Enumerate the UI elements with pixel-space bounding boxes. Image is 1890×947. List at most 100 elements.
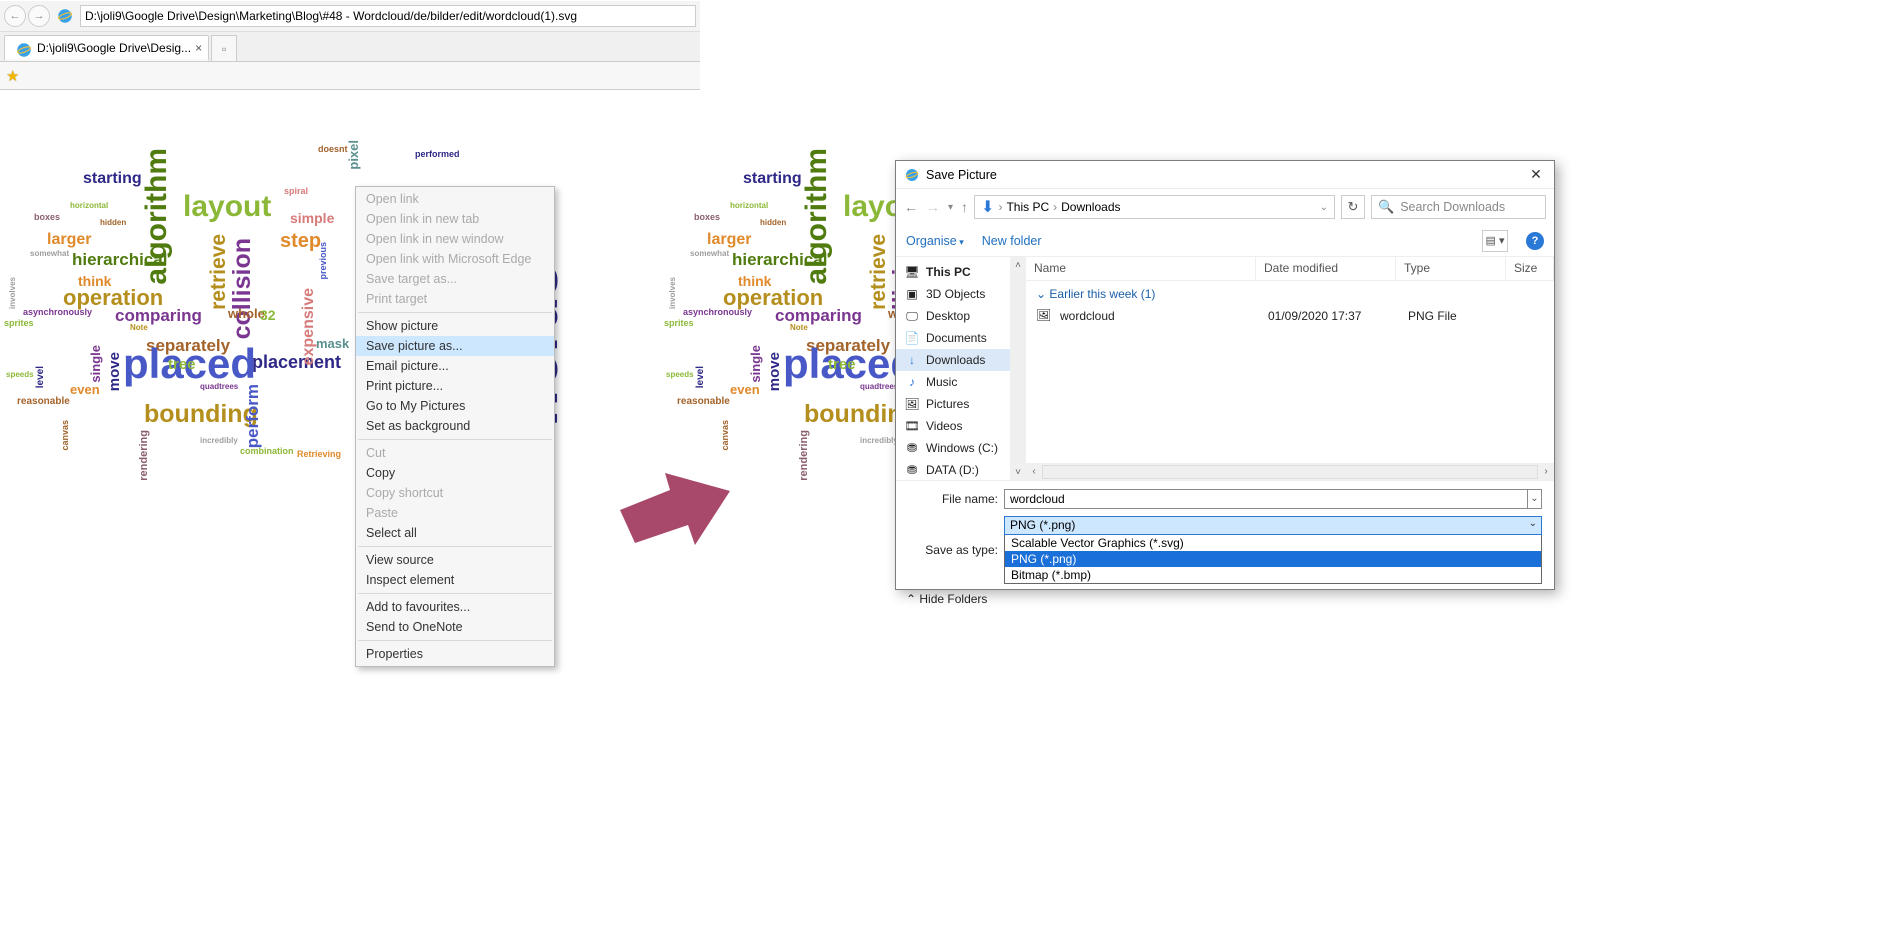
sidebar-item[interactable]: ↓Downloads	[896, 349, 1026, 371]
column-headers: Name Date modified Type Size	[1026, 257, 1554, 281]
wordcloud-word: collision	[228, 238, 257, 339]
dialog-close-button[interactable]: ✕	[1526, 165, 1546, 185]
context-menu-item: Paste	[356, 503, 554, 523]
ie-logo-icon	[15, 41, 29, 55]
context-menu-item[interactable]: Copy	[356, 463, 554, 483]
file-group-header[interactable]: Earlier this week (1)	[1026, 283, 1554, 305]
scroll-left-icon[interactable]: ‹	[1026, 464, 1042, 480]
tab-title: D:\joli9\Google Drive\Desig...	[37, 41, 191, 55]
wordcloud-word: move	[106, 352, 123, 391]
wordcloud-word: level	[695, 366, 706, 388]
context-menu-item[interactable]: Select all	[356, 523, 554, 543]
file-name-dropdown[interactable]: ⌄	[1528, 489, 1542, 509]
wordcloud-word: bounding	[144, 400, 258, 429]
column-size[interactable]: Size	[1506, 257, 1554, 280]
column-type[interactable]: Type	[1396, 257, 1506, 280]
wordcloud-word: even	[730, 382, 760, 397]
back-button[interactable]: ←	[4, 5, 26, 27]
wordcloud-word: canvas	[60, 420, 70, 451]
search-input[interactable]: 🔍 Search Downloads	[1371, 195, 1546, 219]
downloads-icon: ⬇	[981, 197, 994, 217]
sidebar-scrollbar[interactable]: ˄ ˅	[1010, 257, 1026, 480]
context-menu-item[interactable]: Go to My Pictures	[356, 396, 554, 416]
wordcloud-word: doesnt	[978, 144, 1008, 154]
context-menu-item[interactable]: Email picture...	[356, 356, 554, 376]
scroll-down-icon[interactable]: ˅	[1010, 464, 1026, 480]
type-option[interactable]: Scalable Vector Graphics (*.svg)	[1005, 535, 1541, 551]
sidebar-item[interactable]: ⛃Windows (C:)	[896, 437, 1026, 459]
forward-button[interactable]: →	[28, 5, 50, 27]
sidebar-item-label: Music	[926, 375, 957, 389]
help-button[interactable]: ?	[1526, 232, 1544, 250]
sidebar-item[interactable]: 📄Documents	[896, 327, 1026, 349]
wordcloud-word: expensive	[300, 288, 318, 365]
context-menu-item[interactable]: Save picture as...	[356, 336, 554, 356]
context-menu-item[interactable]: Add to favourites...	[356, 597, 554, 617]
sidebar-item[interactable]: ♪Music	[896, 371, 1026, 393]
sidebar-item[interactable]: 🖼Pictures	[896, 393, 1026, 415]
context-menu-item[interactable]: Show picture	[356, 316, 554, 336]
context-menu-item: Save target as...	[356, 269, 554, 289]
horizontal-scrollbar[interactable]: ‹ ›	[1026, 463, 1554, 480]
wordcloud-word: incredibly	[860, 436, 898, 445]
folder-icon: ⛃	[904, 462, 920, 478]
sidebar-item[interactable]: ⛃ DATA (D:)	[896, 459, 1026, 481]
nav-toolbar: ← → D:\joli9\Google Drive\Design\Marketi…	[0, 0, 700, 32]
type-option[interactable]: Bitmap (*.bmp)	[1005, 567, 1541, 583]
wordcloud-word: larger	[707, 231, 751, 249]
sidebar-item[interactable]: ▣3D Objects	[896, 283, 1026, 305]
wordcloud-word: simple	[290, 210, 334, 226]
ie-logo-icon	[56, 7, 74, 25]
up-button[interactable]: ↑	[961, 199, 968, 215]
organise-button[interactable]: Organise	[906, 234, 964, 248]
column-date[interactable]: Date modified	[1256, 257, 1396, 280]
folder-icon: 🖵	[904, 308, 920, 324]
address-bar[interactable]: D:\joli9\Google Drive\Design\Marketing\B…	[80, 5, 696, 27]
new-folder-button[interactable]: New folder	[982, 234, 1042, 248]
context-menu-item: Cut	[356, 443, 554, 463]
sidebar-item[interactable]: 🖥This PC	[896, 261, 1026, 283]
folder-icon: 🖼	[904, 396, 920, 412]
sidebar-item[interactable]: 🖵Desktop	[896, 305, 1026, 327]
scroll-right-icon[interactable]: ›	[1538, 464, 1554, 480]
wordcloud-word: Retrieving	[297, 449, 341, 459]
file-list: Earlier this week (1) 🖼wordcloud01/09/20…	[1026, 281, 1554, 329]
save-type-select[interactable]: PNG (*.png) ⌄	[1004, 516, 1542, 535]
back-button[interactable]: ←	[904, 199, 918, 215]
browser-tab[interactable]: D:\joli9\Google Drive\Desig... ×	[4, 35, 209, 61]
wordcloud-word: mask	[316, 336, 349, 351]
recent-dropdown[interactable]: ▾	[948, 202, 953, 213]
refresh-button[interactable]: ↻	[1341, 195, 1365, 219]
wordcloud-word: hidden	[100, 218, 126, 227]
favourites-star-icon[interactable]: ★	[6, 67, 19, 85]
file-name-input[interactable]	[1004, 489, 1528, 509]
context-menu-item[interactable]: Set as background	[356, 416, 554, 436]
file-row[interactable]: 🖼wordcloud01/09/2020 17:37PNG File	[1026, 305, 1554, 327]
chevron-down-icon[interactable]: ⌄	[1320, 202, 1328, 213]
breadcrumb-segment[interactable]: This PC	[1006, 200, 1049, 214]
scroll-up-icon[interactable]: ˄	[1010, 257, 1026, 273]
context-menu-item: Open link in new window	[356, 229, 554, 249]
wordcloud-word: pixel	[346, 140, 361, 170]
hide-folders-toggle[interactable]: Hide Folders	[906, 592, 987, 606]
context-menu-item[interactable]: Print picture...	[356, 376, 554, 396]
separator	[358, 312, 552, 313]
file-type: PNG File	[1408, 309, 1518, 323]
breadcrumb-segment[interactable]: Downloads	[1061, 200, 1120, 214]
column-name[interactable]: Name	[1026, 257, 1256, 280]
search-icon: 🔍	[1378, 199, 1394, 215]
sidebar-item[interactable]: 🎞Videos	[896, 415, 1026, 437]
context-menu-item[interactable]: Send to OneNote	[356, 617, 554, 637]
new-tab-button[interactable]: ▫	[211, 35, 237, 61]
sidebar-item-label: DATA (D:)	[926, 463, 979, 477]
context-menu-item[interactable]: Inspect element	[356, 570, 554, 590]
breadcrumb-path[interactable]: ⬇ › This PC › Downloads ⌄	[974, 195, 1335, 219]
type-option[interactable]: PNG (*.png)	[1005, 551, 1541, 567]
tab-close-icon[interactable]: ×	[195, 41, 202, 55]
wordcloud-word: quadtrees	[200, 382, 238, 391]
view-button[interactable]: ▤ ▾	[1482, 230, 1508, 252]
context-menu-item[interactable]: View source	[356, 550, 554, 570]
wordcloud-word: performed	[415, 149, 460, 159]
context-menu-item[interactable]: Properties	[356, 644, 554, 664]
wordcloud-word: reasonable	[677, 396, 730, 407]
